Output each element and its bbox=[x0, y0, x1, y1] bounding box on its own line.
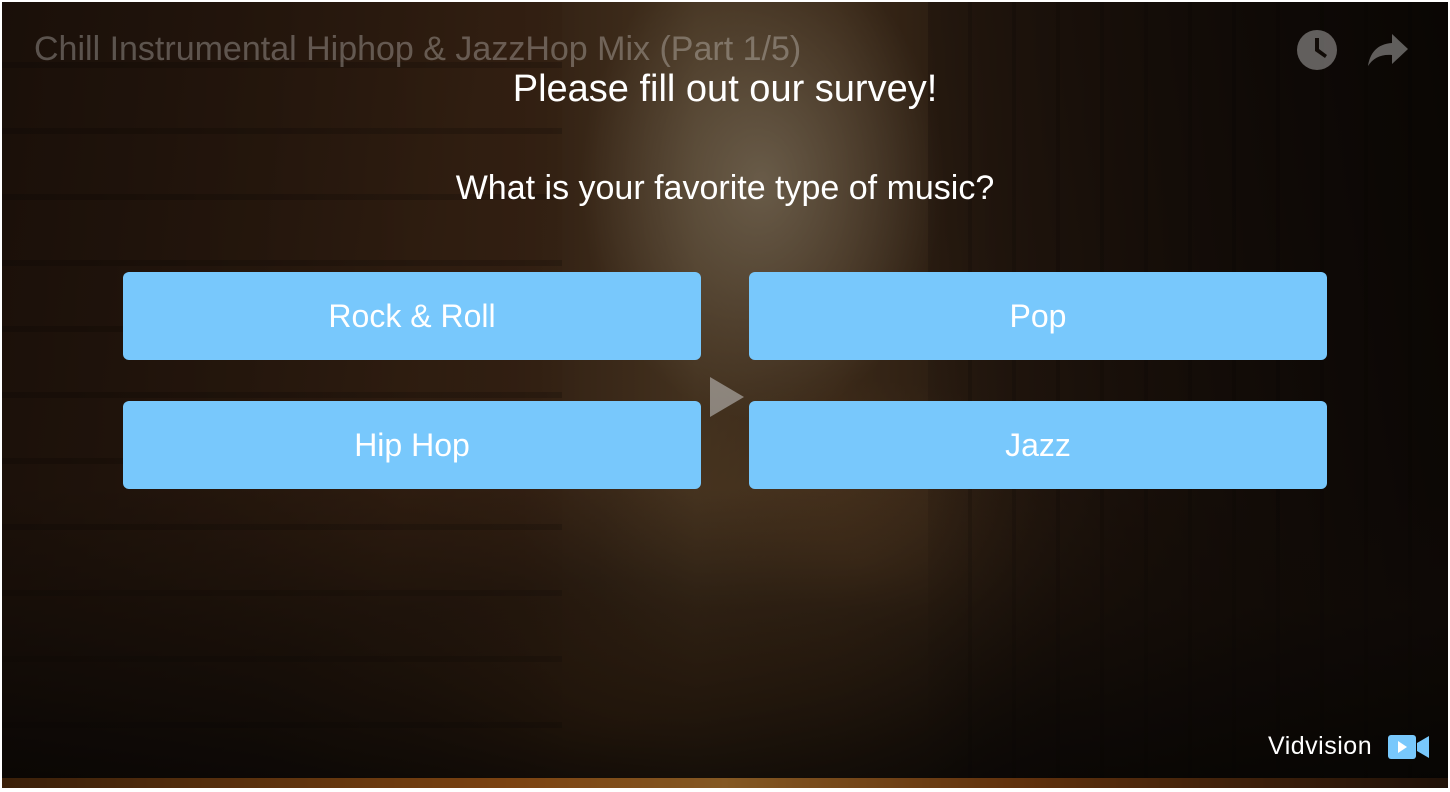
survey-title: Please fill out our survey! bbox=[512, 68, 938, 110]
video-camera-icon bbox=[1388, 734, 1430, 760]
survey-option-jazz[interactable]: Jazz bbox=[749, 401, 1327, 489]
clock-icon bbox=[1297, 30, 1337, 70]
play-button[interactable] bbox=[702, 350, 750, 444]
survey-option-hip-hop[interactable]: Hip Hop bbox=[123, 401, 701, 489]
brand-logo[interactable]: Vidvision bbox=[1268, 732, 1430, 761]
video-player[interactable]: Chill Instrumental Hiphop & JazzHop Mix … bbox=[2, 2, 1448, 788]
share-arrow-icon bbox=[1368, 34, 1408, 66]
watch-later-button[interactable] bbox=[1295, 28, 1339, 72]
share-button[interactable] bbox=[1366, 28, 1410, 72]
survey-option-pop[interactable]: Pop bbox=[749, 272, 1327, 360]
video-title[interactable]: Chill Instrumental Hiphop & JazzHop Mix … bbox=[34, 30, 801, 69]
play-icon bbox=[710, 377, 744, 417]
brand-name: Vidvision bbox=[1268, 732, 1373, 760]
survey-option-rock-and-roll[interactable]: Rock & Roll bbox=[123, 272, 701, 360]
survey-question: What is your favorite type of music? bbox=[455, 169, 995, 207]
